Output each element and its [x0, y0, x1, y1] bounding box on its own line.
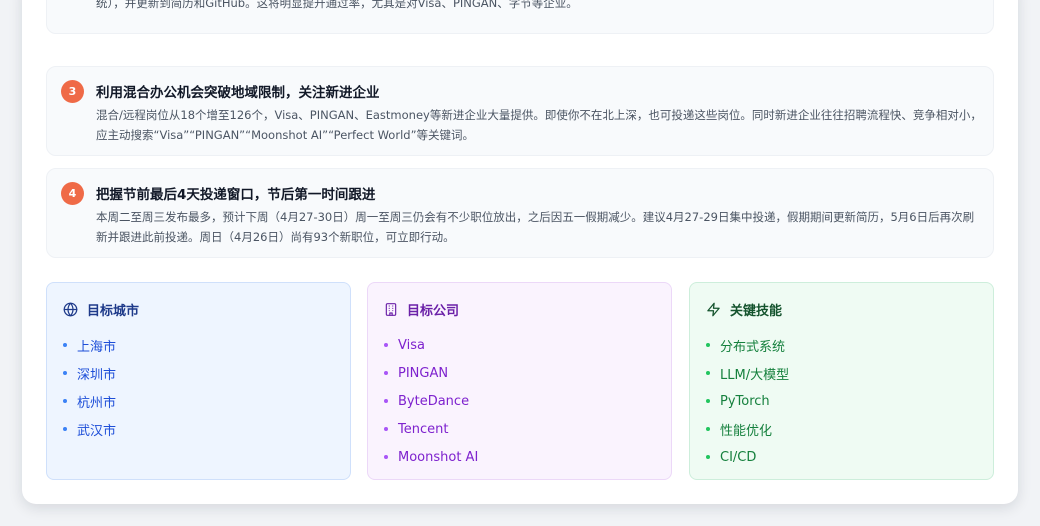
list-item: CI/CD	[706, 443, 789, 471]
target-companies-header: 目标公司	[384, 300, 459, 319]
tip-title: 把握节前最后4天投递窗口，节后第一时间跟进	[96, 187, 376, 203]
tip-body: 混合/远程岗位从18个增至126个，Visa、PINGAN、Eastmoney等…	[96, 108, 982, 142]
list-item: 性能优化	[706, 415, 789, 443]
key-skills-panel: 关键技能 分布式系统 LLM/大模型 PyTorch 性能优化 CI/CD	[689, 282, 994, 480]
globe-icon	[63, 302, 78, 317]
list-item: 深圳市	[63, 359, 116, 387]
insights-card: LLM、RAG、PyTorch等标签出现频率环比增长300%以上，分布式系统+A…	[22, 0, 1018, 504]
skill-list: 分布式系统 LLM/大模型 PyTorch 性能优化 CI/CD	[706, 331, 789, 471]
city-list: 上海市 深圳市 杭州市 武汉市	[63, 331, 116, 443]
panel-title: 目标公司	[407, 304, 460, 319]
list-item: PINGAN	[384, 359, 478, 387]
key-skills-header: 关键技能	[706, 300, 782, 319]
tip-card-3: 3 利用混合办公机会突破地域限制，关注新进企业 混合/远程岗位从18个增至126…	[46, 66, 994, 156]
list-item: Visa	[384, 331, 478, 359]
tip-number-badge: 4	[61, 182, 84, 205]
tip-body: 本周二至周三发布最多，预计下周（4月27-30日）周一至周三仍会有不少职位放出，…	[96, 210, 975, 244]
list-item: PyTorch	[706, 387, 789, 415]
target-companies-panel: 目标公司 Visa PINGAN ByteDance Tencent Moons…	[367, 282, 672, 480]
list-item: Moonshot AI	[384, 443, 478, 471]
list-item: 上海市	[63, 331, 116, 359]
tip-number-badge: 3	[61, 80, 84, 103]
list-item: 武汉市	[63, 415, 116, 443]
tip-card-4: 4 把握节前最后4天投递窗口，节后第一时间跟进 本周二至周三发布最多，预计下周（…	[46, 168, 994, 258]
target-cities-panel: 目标城市 上海市 深圳市 杭州市 武汉市	[46, 282, 351, 480]
panel-title: 关键技能	[730, 304, 783, 319]
lightning-icon	[707, 302, 720, 317]
list-item: LLM/大模型	[706, 359, 789, 387]
list-item: ByteDance	[384, 387, 478, 415]
panel-title: 目标城市	[87, 304, 140, 319]
target-cities-header: 目标城市	[63, 300, 139, 319]
company-list: Visa PINGAN ByteDance Tencent Moonshot A…	[384, 331, 478, 471]
tip-title: 利用混合办公机会突破地域限制，关注新进企业	[96, 85, 380, 101]
list-item: 杭州市	[63, 387, 116, 415]
list-item: Tencent	[384, 415, 478, 443]
tip-card-2: LLM、RAG、PyTorch等标签出现频率环比增长300%以上，分布式系统+A…	[46, 0, 994, 34]
building-icon	[385, 303, 397, 316]
tip-body: LLM、RAG、PyTorch等标签出现频率环比增长300%以上，分布式系统+A…	[96, 0, 578, 10]
list-item: 分布式系统	[706, 331, 789, 359]
